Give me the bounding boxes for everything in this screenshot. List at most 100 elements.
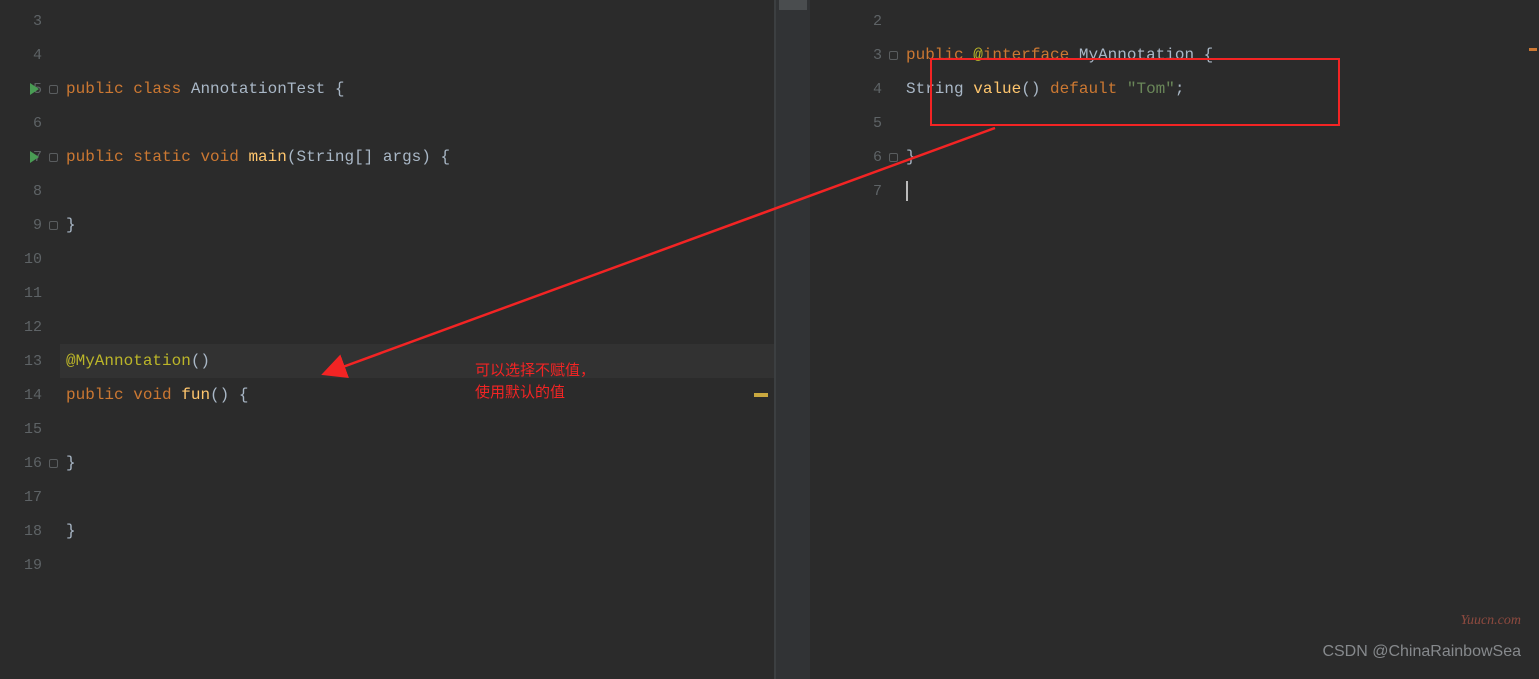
code-line[interactable] bbox=[60, 174, 774, 208]
method-fun: fun bbox=[181, 386, 210, 404]
gutter-line[interactable]: 2 bbox=[810, 4, 900, 38]
fold-icon[interactable] bbox=[49, 221, 58, 230]
code-line[interactable]: public @interface MyAnnotation { bbox=[900, 38, 1539, 72]
method-value: value bbox=[973, 80, 1021, 98]
gutter-line[interactable]: 4 bbox=[0, 38, 60, 72]
code-line[interactable]: String value() default "Tom"; bbox=[900, 72, 1539, 106]
semicolon: ; bbox=[1175, 80, 1185, 98]
line-number: 9 bbox=[33, 217, 42, 234]
gutter-line[interactable]: 3 bbox=[0, 4, 60, 38]
code-line[interactable] bbox=[60, 412, 774, 446]
brace: { bbox=[1194, 46, 1213, 64]
code-line[interactable] bbox=[60, 242, 774, 276]
code-line[interactable] bbox=[60, 548, 774, 582]
minimap-thumb bbox=[779, 0, 807, 10]
gutter-line[interactable]: 7 bbox=[0, 140, 60, 174]
code-line[interactable] bbox=[900, 106, 1539, 140]
watermark-csdn: CSDN @ChinaRainbowSea bbox=[1322, 643, 1521, 661]
code-line[interactable] bbox=[60, 276, 774, 310]
code-line[interactable] bbox=[900, 174, 1539, 208]
code-line[interactable] bbox=[900, 4, 1539, 38]
annotation-line: 使用默认的值 bbox=[475, 382, 595, 404]
run-icon[interactable] bbox=[30, 151, 39, 163]
code-line-current[interactable]: @MyAnnotation() bbox=[60, 344, 774, 378]
class-name: AnnotationTest bbox=[191, 80, 325, 98]
code-line[interactable]: public static void main(String[] args) { bbox=[60, 140, 774, 174]
gutter-line[interactable]: 8 bbox=[0, 174, 60, 208]
paren: () bbox=[1021, 80, 1040, 98]
code-line[interactable]: } bbox=[60, 208, 774, 242]
line-number: 7 bbox=[873, 183, 882, 200]
line-number: 3 bbox=[873, 47, 882, 64]
brace: { bbox=[325, 80, 344, 98]
watermark-yuucn: Yuucn.com bbox=[1460, 613, 1521, 629]
annotation-myannotation: @MyAnnotation bbox=[66, 352, 191, 370]
fold-icon[interactable] bbox=[889, 153, 898, 162]
code-area-left[interactable]: public class AnnotationTest { public sta… bbox=[60, 0, 774, 679]
string-literal: "Tom" bbox=[1127, 80, 1175, 98]
text-caret bbox=[906, 181, 908, 201]
gutter-line[interactable]: 6 bbox=[810, 140, 900, 174]
brace: } bbox=[66, 216, 76, 234]
gutter-line[interactable]: 5 bbox=[810, 106, 900, 140]
keyword-class: class bbox=[133, 80, 181, 98]
warning-marker-icon bbox=[754, 393, 768, 397]
code-line[interactable] bbox=[60, 310, 774, 344]
line-number: 2 bbox=[873, 13, 882, 30]
gutter-line[interactable]: 6 bbox=[0, 106, 60, 140]
signature: () { bbox=[210, 386, 248, 404]
gutter-line[interactable]: 15 bbox=[0, 412, 60, 446]
gutter-line[interactable]: 16 bbox=[0, 446, 60, 480]
gutter-line[interactable]: 4 bbox=[810, 72, 900, 106]
line-number: 5 bbox=[873, 115, 882, 132]
gutter-line[interactable]: 9 bbox=[0, 208, 60, 242]
code-line[interactable] bbox=[60, 38, 774, 72]
paren: () bbox=[191, 352, 210, 370]
gutter-line[interactable]: 18 bbox=[0, 514, 60, 548]
run-icon[interactable] bbox=[30, 83, 39, 95]
annotation-line: 可以选择不赋值， bbox=[475, 360, 595, 382]
gutter-right[interactable]: 2 3 4 5 6 7 bbox=[810, 0, 900, 679]
gutter-line[interactable]: 19 bbox=[0, 548, 60, 582]
code-line[interactable] bbox=[60, 480, 774, 514]
brace: } bbox=[66, 454, 76, 472]
line-number: 11 bbox=[24, 285, 42, 302]
code-area-right[interactable]: public @interface MyAnnotation { String … bbox=[900, 0, 1539, 679]
minimap[interactable] bbox=[776, 0, 810, 679]
keyword-static: static bbox=[133, 148, 191, 166]
gutter-line[interactable]: 5 bbox=[0, 72, 60, 106]
line-number: 19 bbox=[24, 557, 42, 574]
fold-icon[interactable] bbox=[49, 153, 58, 162]
editor-scrollbar[interactable] bbox=[1527, 0, 1539, 679]
interface-name: MyAnnotation bbox=[1079, 46, 1194, 64]
code-line[interactable]: } bbox=[900, 140, 1539, 174]
code-line[interactable]: } bbox=[60, 514, 774, 548]
line-number: 14 bbox=[24, 387, 42, 404]
gutter-line[interactable]: 17 bbox=[0, 480, 60, 514]
method-main: main bbox=[248, 148, 286, 166]
fold-icon[interactable] bbox=[889, 51, 898, 60]
code-line[interactable]: public class AnnotationTest { bbox=[60, 72, 774, 106]
gutter-line[interactable]: 7 bbox=[810, 174, 900, 208]
line-number: 13 bbox=[24, 353, 42, 370]
gutter-line[interactable]: 14 bbox=[0, 378, 60, 412]
code-line[interactable]: } bbox=[60, 446, 774, 480]
gutter-left[interactable]: 3 4 5 6 7 8 9 10 11 12 13 14 15 16 17 18… bbox=[0, 0, 60, 679]
signature: (String[] args) { bbox=[287, 148, 450, 166]
code-line[interactable] bbox=[60, 106, 774, 140]
fold-icon[interactable] bbox=[49, 459, 58, 468]
gutter-line[interactable]: 10 bbox=[0, 242, 60, 276]
gutter-line[interactable]: 11 bbox=[0, 276, 60, 310]
fold-icon[interactable] bbox=[49, 85, 58, 94]
line-number: 4 bbox=[873, 81, 882, 98]
line-number: 12 bbox=[24, 319, 42, 336]
gutter-line[interactable]: 12 bbox=[0, 310, 60, 344]
keyword-public: public bbox=[66, 148, 124, 166]
line-number: 17 bbox=[24, 489, 42, 506]
code-line[interactable] bbox=[60, 4, 774, 38]
code-line[interactable]: public void fun() { bbox=[60, 378, 774, 412]
line-number: 10 bbox=[24, 251, 42, 268]
type-string: String bbox=[906, 80, 964, 98]
gutter-line[interactable]: 3 bbox=[810, 38, 900, 72]
gutter-line[interactable]: 13 bbox=[0, 344, 60, 378]
